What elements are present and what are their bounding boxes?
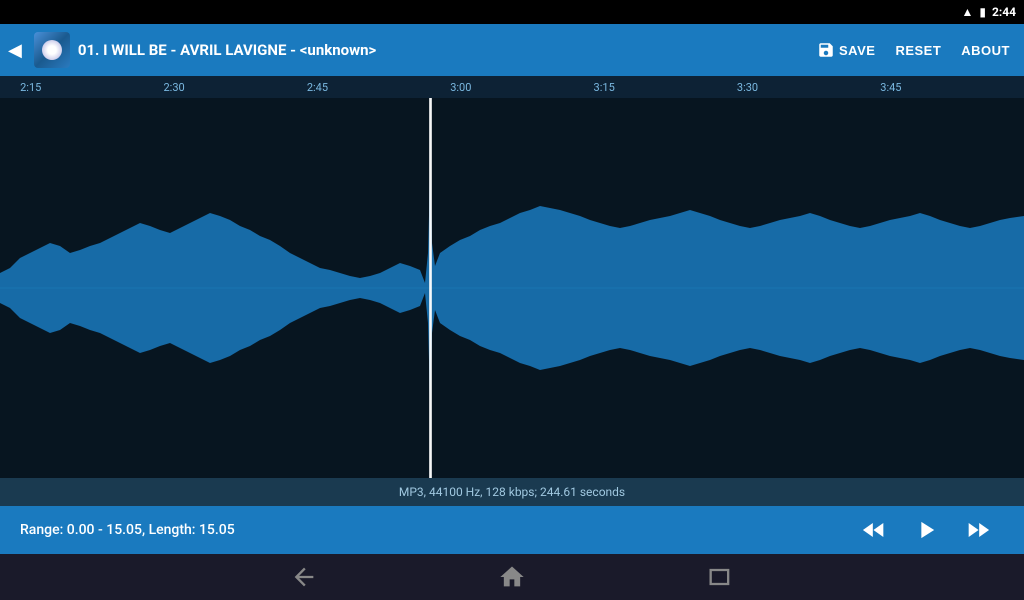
ruler-label-3: 3:00	[450, 81, 471, 94]
waveform-container[interactable]	[0, 98, 1024, 478]
ruler-label-0: 2:15	[20, 81, 41, 94]
fast-forward-button[interactable]	[952, 510, 1004, 550]
info-text: MP3, 44100 Hz, 128 kbps; 244.61 seconds	[399, 485, 625, 499]
save-label: SAVE	[839, 43, 875, 58]
play-button[interactable]	[900, 510, 952, 550]
ruler-label-6: 3:45	[880, 81, 901, 94]
waveform-svg	[0, 98, 1024, 478]
toolbar: ◀ 01. I WILL BE - AVRIL LAVIGNE - <unkno…	[0, 24, 1024, 76]
nav-recents-button[interactable]	[700, 557, 740, 597]
rewind-icon	[860, 516, 888, 544]
about-label: ABOUT	[961, 43, 1010, 58]
play-icon	[912, 516, 940, 544]
back-button[interactable]: ◀	[8, 40, 22, 61]
ruler-label-2: 2:45	[307, 81, 328, 94]
ruler-label-1: 2:30	[163, 81, 184, 94]
about-button[interactable]: ABOUT	[955, 39, 1016, 62]
status-time: 2:44	[992, 5, 1016, 19]
nav-bar	[0, 554, 1024, 600]
timeline-ruler: 2:15 2:30 2:45 3:00 3:15 3:30 3:45	[0, 76, 1024, 98]
ruler-label-4: 3:15	[594, 81, 615, 94]
fast-forward-icon	[964, 516, 992, 544]
nav-home-button[interactable]	[492, 557, 532, 597]
battery-icon: ▮	[979, 5, 986, 19]
playhead	[430, 98, 432, 478]
nav-back-button[interactable]	[284, 557, 324, 597]
reset-label: RESET	[895, 43, 941, 58]
info-bar: MP3, 44100 Hz, 128 kbps; 244.61 seconds	[0, 478, 1024, 506]
controls-bar: Range: 0.00 - 15.05, Length: 15.05	[0, 506, 1024, 554]
ruler-label-5: 3:30	[737, 81, 758, 94]
reset-button[interactable]: RESET	[889, 39, 947, 62]
range-text: Range: 0.00 - 15.05, Length: 15.05	[20, 522, 848, 538]
status-bar: ▲ ▮ 2:44	[0, 0, 1024, 24]
save-icon	[817, 41, 835, 59]
save-button[interactable]: SAVE	[811, 37, 881, 63]
wifi-icon: ▲	[961, 5, 973, 19]
rewind-button[interactable]	[848, 510, 900, 550]
song-title: 01. I WILL BE - AVRIL LAVIGNE - <unknown…	[78, 41, 803, 59]
album-art	[34, 32, 70, 68]
